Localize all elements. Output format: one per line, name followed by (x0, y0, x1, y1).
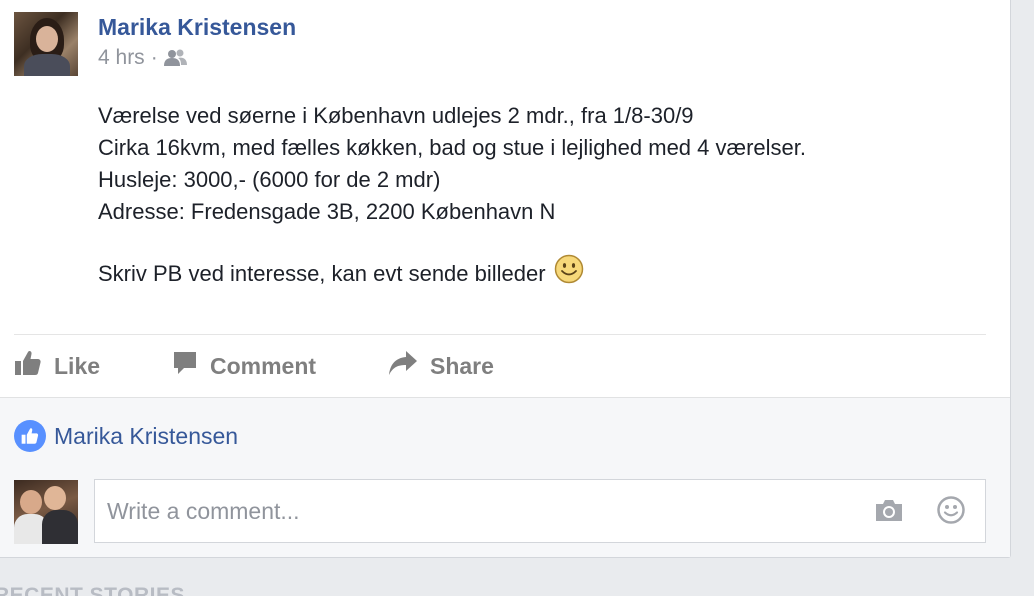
post-line: Husleje: 3000,- (6000 for de 2 mdr) (98, 167, 441, 192)
post-line: Skriv PB ved interesse, kan evt sende bi… (98, 260, 546, 286)
thumbs-up-icon (14, 349, 42, 383)
comment-box[interactable] (94, 479, 986, 543)
share-arrow-icon (388, 350, 418, 382)
post-line: Værelse ved søerne i København udlejes 2… (98, 103, 694, 128)
recent-stories-heading: RECENT STORIES (0, 584, 185, 596)
comment-label: Comment (210, 352, 317, 379)
emoji-icon[interactable] (936, 495, 966, 530)
post-card: Marika Kristensen 4 hrs · Værelse ved sø… (0, 0, 1011, 558)
post-body: Værelse ved søerne i København udlejes 2… (98, 100, 806, 293)
comment-input[interactable] (95, 480, 855, 542)
meta-separator: · (150, 46, 158, 69)
like-button[interactable]: Like (14, 348, 172, 384)
post-actions: Like Comment Share (14, 348, 528, 384)
like-label: Like (54, 352, 101, 379)
post-line: Adresse: Fredensgade 3B, 2200 København … (98, 199, 556, 224)
post-meta: 4 hrs · (98, 46, 188, 70)
post-line: Cirka 16kvm, med fælles køkken, bad og s… (98, 135, 806, 160)
camera-icon[interactable] (874, 497, 904, 528)
author-avatar[interactable] (14, 12, 78, 76)
comment-icon (172, 350, 198, 382)
author-name[interactable]: Marika Kristensen (98, 14, 296, 41)
like-badge-icon (14, 420, 46, 452)
post-timestamp[interactable]: 4 hrs (98, 46, 145, 70)
post-footer: Marika Kristensen (0, 397, 1010, 557)
share-label: Share (430, 352, 494, 379)
commenter-avatar (14, 480, 78, 544)
likes-summary: Marika Kristensen (14, 420, 238, 452)
smiley-emoji-icon (554, 254, 584, 293)
share-button[interactable]: Share (388, 348, 528, 384)
action-divider (14, 334, 986, 335)
friends-icon[interactable] (163, 49, 188, 67)
comment-button[interactable]: Comment (172, 348, 388, 384)
liker-name[interactable]: Marika Kristensen (54, 423, 238, 450)
